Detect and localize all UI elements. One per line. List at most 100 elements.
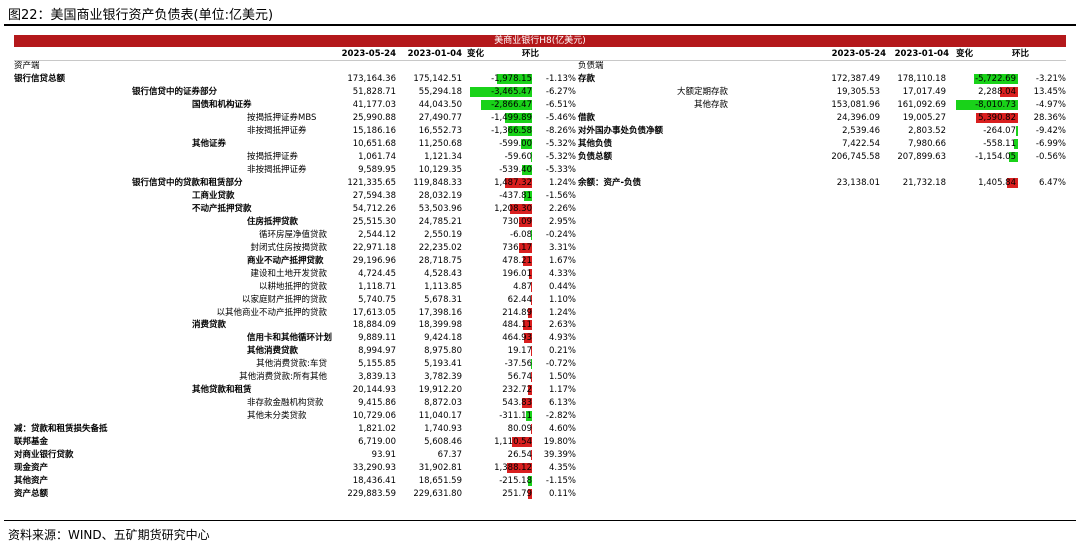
asset-value-pct: 2.63% — [548, 320, 576, 331]
liability-value-date1: 24,396.09 — [836, 112, 880, 123]
asset-row: 非存款金融机构贷款 9,415.86 8,872.03 543.83 6.13% — [14, 397, 579, 409]
asset-value-date1: 54,712.26 — [352, 203, 396, 214]
liability-row-label: 余额：资产-负债 — [578, 177, 642, 188]
liability-value-pct: -0.56% — [1035, 151, 1066, 162]
liability-row: 其他负债 7,422.54 7,980.66 -558.11 -6.99% — [578, 138, 1068, 150]
asset-row: 其他消费贷款:所有其他 3,839.13 3,782.39 56.74 1.50% — [14, 371, 579, 383]
liability-value-pct: -6.99% — [1035, 138, 1066, 149]
asset-value-date2: 11,040.17 — [418, 411, 462, 422]
asset-row-label: 以家庭财产抵押的贷款 — [241, 294, 327, 305]
asset-value-date1: 10,651.68 — [352, 138, 396, 149]
source-note: 资料来源：WIND、五矿期货研究中心 — [8, 528, 210, 542]
asset-row: 住房抵押贷款 25,515.30 24,785.21 730.09 2.95% — [14, 216, 579, 228]
asset-value-pct: 4.35% — [548, 463, 576, 474]
asset-row-label: 信用卡和其他循环计划 — [247, 333, 333, 344]
asset-value-pct: -1.15% — [545, 476, 576, 487]
asset-row: 非按揭抵押证券 9,589.95 10,129.35 -539.40 -5.33% — [14, 164, 579, 176]
asset-value-date2: 18,651.59 — [418, 476, 462, 487]
liability-value-change: -8,010.73 — [975, 99, 1016, 110]
liability-row: 余额：资产-负债 23,138.01 21,732.18 1,405.84 6.47% — [578, 177, 1068, 189]
asset-value-date2: 8,872.03 — [424, 398, 462, 409]
liability-value-pct: 13.45% — [1033, 87, 1066, 97]
asset-value-change: 1,388.12 — [494, 463, 532, 474]
asset-value-date2: 24,785.21 — [418, 216, 462, 227]
asset-value-date2: 5,678.31 — [424, 294, 462, 305]
asset-value-date1: 9,889.11 — [358, 333, 396, 344]
asset-value-pct: 1.17% — [548, 385, 576, 396]
liability-value-change: 5,390.82 — [978, 112, 1016, 123]
asset-row-label: 不动产抵押贷款 — [192, 203, 252, 214]
asset-row: 其他消费贷款 8,994.97 8,975.80 19.17 0.21% — [14, 345, 579, 357]
asset-row-label: 银行信贷中的贷款和租赁部分 — [132, 177, 243, 188]
asset-row-label: 其他消费贷款:所有其他 — [239, 372, 327, 383]
asset-value-date2: 9,424.18 — [424, 333, 462, 344]
asset-value-date2: 3,782.39 — [424, 372, 462, 383]
asset-row-label: 以耕地抵押的贷款 — [258, 281, 327, 292]
liability-value-date2: 21,732.18 — [902, 177, 946, 188]
asset-value-date2: 5,608.46 — [424, 437, 462, 448]
liability-row: 大额定期存款 19,305.53 17,017.49 2,288.04 13.45% — [578, 86, 1068, 98]
asset-value-date2: 229,631.80 — [413, 489, 462, 499]
liability-row-label: 存款 — [578, 74, 596, 84]
asset-row: 消费贷款 18,884.09 18,399.98 484.11 2.63% — [14, 319, 579, 331]
asset-value-change: 26.54 — [507, 450, 532, 461]
asset-value-date2: 4,528.43 — [424, 268, 462, 279]
asset-value-date2: 55,294.18 — [418, 87, 462, 97]
liability-value-change: -264.07 — [983, 125, 1016, 136]
liability-value-date1: 172,387.49 — [831, 74, 880, 84]
asset-row-label: 住房抵押贷款 — [247, 216, 299, 227]
liability-value-date2: 207,899.63 — [897, 151, 946, 162]
asset-value-date1: 9,589.95 — [358, 164, 396, 175]
asset-value-date2: 18,399.98 — [418, 320, 462, 331]
left-header-pct: 环比 — [522, 49, 540, 59]
asset-value-change: 478.21 — [502, 255, 532, 266]
asset-value-change: 62.44 — [507, 294, 532, 305]
right-header-change: 变化 — [956, 49, 974, 59]
asset-value-date1: 33,290.93 — [352, 463, 396, 474]
asset-value-change: 1,487.32 — [494, 177, 532, 188]
asset-row: 国债和机构证券 41,177.03 44,043.50 -2,866.47 -6.51% — [14, 99, 579, 111]
asset-value-date1: 2,544.12 — [358, 229, 396, 240]
liability-value-pct: -4.97% — [1035, 99, 1066, 110]
asset-row-label: 非存款金融机构贷款 — [247, 398, 324, 409]
liability-row-label: 对外国办事处负债净额 — [578, 125, 664, 136]
asset-value-pct: -1.56% — [545, 190, 576, 201]
asset-value-date2: 31,902.81 — [418, 463, 462, 474]
liability-value-date2: 7,980.66 — [908, 138, 946, 149]
asset-value-date1: 93.91 — [371, 450, 396, 461]
asset-value-change: 464.93 — [502, 333, 532, 344]
asset-value-date1: 22,971.18 — [352, 242, 396, 253]
liability-value-change: -5,722.69 — [975, 74, 1016, 84]
asset-row-label: 商业不动产抵押贷款 — [247, 255, 324, 266]
asset-value-change: -311.11 — [499, 411, 532, 422]
asset-value-date1: 27,594.38 — [352, 190, 396, 201]
liability-value-pct: 28.36% — [1033, 112, 1066, 123]
asset-value-change: 1,208.30 — [494, 203, 532, 214]
liability-row-label: 其他存款 — [693, 99, 728, 110]
liability-value-date1: 23,138.01 — [836, 177, 880, 188]
asset-row: 以其他商业不动产抵押的贷款 17,613.05 17,398.16 214.89 1.2… — [14, 307, 579, 319]
asset-value-pct: 1.10% — [548, 294, 576, 305]
asset-value-date1: 121,335.65 — [347, 177, 396, 188]
asset-value-pct: -5.32% — [545, 138, 576, 149]
asset-row-label: 银行信贷中的证券部分 — [132, 87, 218, 97]
asset-row-label: 其他贷款和租赁 — [192, 385, 252, 396]
asset-row: 银行信贷中的贷款和租赁部分 121,335.65 119,848.33 1,487.3… — [14, 177, 579, 189]
left-header-change: 变化 — [467, 49, 485, 59]
left-section-title: 资产端 — [14, 61, 40, 71]
asset-row: 银行信贷中的证券部分 51,828.71 55,294.18 -3,465.47 -6.… — [14, 86, 579, 98]
asset-row: 联邦基金 6,719.00 5,608.46 1,110.54 19.80% — [14, 436, 579, 448]
asset-value-date2: 119,848.33 — [413, 177, 462, 188]
asset-value-date1: 4,724.45 — [358, 268, 396, 279]
liability-value-pct: -3.21% — [1035, 74, 1066, 84]
asset-row-label: 按揭抵押证券 — [247, 151, 299, 162]
asset-value-change: -2,866.47 — [491, 99, 532, 110]
liability-row — [578, 164, 1068, 176]
asset-value-change: -215.18 — [499, 476, 532, 487]
asset-row: 对商业银行贷款 93.91 67.37 26.54 39.39% — [14, 449, 579, 461]
asset-row: 资产总额 229,883.59 229,631.80 251.79 0.11% — [14, 488, 579, 500]
asset-value-date1: 51,828.71 — [352, 87, 396, 97]
asset-value-change: 543.83 — [502, 398, 532, 409]
asset-value-date1: 3,839.13 — [358, 372, 396, 383]
asset-value-date2: 8,975.80 — [424, 346, 462, 357]
